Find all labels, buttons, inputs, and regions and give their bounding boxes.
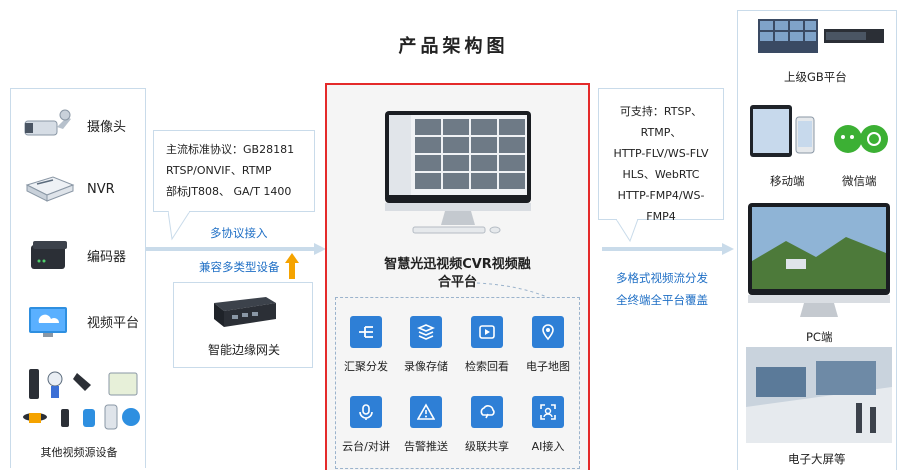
features-box: 汇聚分发 录像存储 检索回看 电子地图 云台/对讲 告警推送 级联共享 AI接入 [335, 297, 580, 469]
inbound-protocols-box: 主流标准协议：GB28181 RTSP/ONVIF、RTMP 部标JT808、 … [153, 130, 315, 212]
feature-cascade: 级联共享 [457, 396, 517, 454]
other-sources-label: 其他视频源设备 [40, 446, 118, 459]
feature-label: 检索回看 [465, 360, 509, 373]
inbound-arrow [146, 243, 326, 255]
cascade-icon [471, 396, 503, 428]
protocol-line: 部标JT808、 GA/T 1400 [166, 185, 292, 198]
protocol-line: 主流标准协议：GB28181 [166, 143, 295, 156]
source-nvr: NVR [23, 169, 115, 209]
pc-monitor-icon [748, 203, 890, 317]
source-label: NVR [87, 181, 115, 197]
feature-storage: 录像存储 [396, 316, 456, 374]
storage-icon [410, 316, 442, 348]
other-devices-icon [23, 369, 140, 430]
protocol-line: 可支持：RTSP、RTMP、 [619, 105, 703, 139]
video-platform-icon [29, 307, 67, 337]
feature-label: 级联共享 [465, 440, 509, 453]
protocol-line: HTTP-FLV/WS-FLV [613, 147, 709, 160]
feature-label: AI接入 [531, 440, 565, 453]
bubble-tail [616, 219, 639, 243]
distribute-icon [350, 316, 382, 348]
ai-icon [532, 396, 564, 428]
feature-label: 汇聚分发 [344, 360, 388, 373]
feature-map: 电子地图 [518, 316, 578, 374]
feature-ptz: 云台/对讲 [336, 396, 396, 454]
big-screen-label: 电子大屏等 [788, 452, 846, 466]
video-sources-panel: 摄像头 NVR 编码器 视频平台 其他视频源设备 [10, 88, 146, 468]
alarm-icon [410, 396, 442, 428]
feature-alarm: 告警推送 [396, 396, 456, 454]
camera-icon [24, 109, 71, 136]
outbound-protocols-box: 可支持：RTSP、RTMP、 HTTP-FLV/WS-FLV HLS、WebRT… [598, 88, 724, 223]
edge-gateway-box: 智能边缘网关 [173, 282, 313, 368]
gateway-label: 智能边缘网关 [207, 343, 280, 357]
source-label: 视频平台 [87, 315, 140, 331]
platform-name-line: 智慧光迅视频CVR视频融 [384, 257, 531, 272]
monitor-icon [385, 111, 531, 234]
map-icon [532, 316, 564, 348]
up-arrow-icon [285, 253, 299, 279]
wechat-icon [834, 125, 888, 153]
big-screen-icon [746, 347, 892, 443]
gb-platform-icon [758, 19, 884, 53]
mobile-label: 移动端 [770, 174, 805, 188]
feature-playback: 检索回看 [457, 316, 517, 374]
coverage-caption: 全终端全平台覆盖 [616, 293, 708, 307]
protocol-line: RTSP/ONVIF、RTMP [166, 164, 272, 177]
source-camera: 摄像头 [23, 105, 126, 145]
compat-caption: 兼容多类型设备 [199, 260, 280, 274]
distribution-caption: 多格式视频流分发 [616, 271, 708, 285]
feature-distribute: 汇聚分发 [336, 316, 396, 374]
feature-label: 电子地图 [526, 360, 570, 373]
nvr-icon [25, 176, 75, 202]
terminals-panel: 上级GB平台 移动端 微信端 PC端 电子大屏等 [737, 10, 897, 470]
feature-label: 录像存储 [404, 360, 448, 373]
playback-icon [471, 316, 503, 348]
source-video-platform: 视频平台 [23, 301, 139, 341]
gb-platform-label: 上级GB平台 [784, 70, 847, 84]
pc-label: PC端 [806, 330, 833, 344]
bubble-tail [168, 211, 191, 241]
protocol-line: HLS、WebRTC [622, 168, 700, 181]
feature-label: 云台/对讲 [342, 440, 390, 453]
source-encoder: 编码器 [23, 235, 126, 275]
gateway-device-icon [214, 297, 276, 327]
outbound-arrow [602, 243, 734, 255]
multi-protocol-caption: 多协议接入 [210, 226, 268, 240]
wechat-label: 微信端 [842, 174, 877, 188]
source-label: 摄像头 [87, 119, 127, 135]
encoder-icon [31, 241, 67, 269]
feature-ai: AI接入 [518, 396, 578, 454]
mobile-device-icon [750, 105, 815, 157]
cvr-platform-panel: 智慧光迅视频CVR视频融 合平台 汇聚分发 录像存储 检索回看 电子地图 云台/… [325, 83, 590, 470]
feature-label: 告警推送 [404, 440, 448, 453]
source-label: 编码器 [87, 249, 127, 265]
microphone-icon [350, 396, 382, 428]
